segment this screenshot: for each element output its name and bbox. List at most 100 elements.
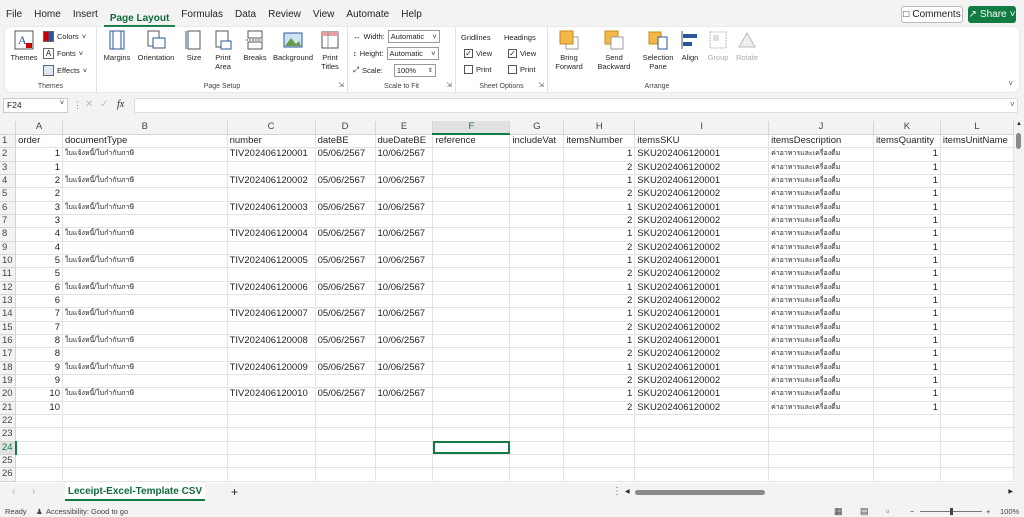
cell[interactable] xyxy=(940,427,1014,442)
cell[interactable]: 10 xyxy=(15,401,63,415)
cell[interactable]: SKU202406120002 xyxy=(634,321,770,335)
cell[interactable]: 2 xyxy=(563,401,636,415)
cell[interactable] xyxy=(563,414,636,429)
row-header[interactable]: 16 xyxy=(0,334,17,349)
cell[interactable] xyxy=(768,441,874,455)
cell[interactable] xyxy=(768,427,874,442)
cell[interactable] xyxy=(62,414,228,429)
menu-item-insert[interactable]: Insert xyxy=(67,0,104,28)
cell[interactable]: itemsNumber xyxy=(563,134,636,149)
breaks-button[interactable]: Breaks xyxy=(241,29,269,62)
cell[interactable]: 1 xyxy=(873,254,941,269)
cell[interactable] xyxy=(227,441,316,455)
themes-button[interactable]: A Themes xyxy=(8,29,40,62)
cell[interactable] xyxy=(227,374,316,389)
cell[interactable] xyxy=(375,241,434,255)
cell[interactable]: ค่าอาหารและเครื่องดื่ม xyxy=(768,334,874,349)
cell[interactable]: SKU202406120002 xyxy=(634,347,770,362)
cell[interactable] xyxy=(940,267,1014,282)
cell[interactable] xyxy=(375,267,434,282)
cell[interactable]: reference xyxy=(432,134,511,149)
cell[interactable]: 1 xyxy=(563,254,636,269)
background-button[interactable]: Background xyxy=(271,29,315,62)
group-button[interactable]: Group xyxy=(706,29,730,62)
cell[interactable]: SKU202406120001 xyxy=(634,307,770,322)
cell[interactable]: TIV202406120002 xyxy=(227,174,316,189)
cell[interactable] xyxy=(375,187,434,202)
cell[interactable] xyxy=(873,414,941,429)
prev-sheet-icon[interactable]: ‹ xyxy=(12,486,15,497)
menu-item-page-layout[interactable]: Page Layout xyxy=(103,5,176,27)
insert-function-button[interactable]: fx xyxy=(117,99,124,110)
cell[interactable] xyxy=(940,201,1014,215)
gridlines-view-checkbox[interactable]: ✓ View xyxy=(464,46,492,60)
cell[interactable] xyxy=(432,281,511,295)
cell[interactable] xyxy=(873,467,941,482)
cell[interactable] xyxy=(432,321,511,335)
cell[interactable] xyxy=(940,334,1014,349)
cell[interactable]: 7 xyxy=(15,307,63,322)
column-header-h[interactable]: H xyxy=(563,121,636,135)
cell[interactable]: 1 xyxy=(873,374,941,389)
cell[interactable] xyxy=(432,294,511,309)
page-break-preview-icon[interactable]: ▫ xyxy=(886,506,889,516)
cell[interactable]: SKU202406120002 xyxy=(634,374,770,389)
cell[interactable] xyxy=(432,361,511,375)
cell[interactable]: 1 xyxy=(563,387,636,402)
cell[interactable] xyxy=(940,227,1014,242)
cell[interactable] xyxy=(315,374,376,389)
rotate-button[interactable]: Rotate xyxy=(734,29,760,62)
cell[interactable]: TIV202406120003 xyxy=(227,201,316,215)
cell[interactable] xyxy=(634,427,770,442)
cell[interactable] xyxy=(62,161,228,175)
cell[interactable]: ใบแจ้งหนี้/ใบกำกับภาษี xyxy=(62,307,228,322)
cell[interactable] xyxy=(432,307,511,322)
cell[interactable] xyxy=(315,321,376,335)
cell[interactable]: ใบแจ้งหนี้/ใบกำกับภาษี xyxy=(62,254,228,269)
cell[interactable] xyxy=(873,454,941,469)
cell[interactable] xyxy=(227,267,316,282)
cell[interactable]: 1 xyxy=(873,321,941,335)
cell[interactable] xyxy=(62,467,228,482)
column-header-f[interactable]: F xyxy=(432,121,511,136)
cell[interactable]: 2 xyxy=(563,267,636,282)
cell[interactable]: TIV202406120008 xyxy=(227,334,316,349)
add-sheet-button[interactable]: + xyxy=(231,485,238,499)
cell[interactable]: 6 xyxy=(15,281,63,295)
cell[interactable]: 05/06/2567 xyxy=(315,281,376,295)
cell[interactable] xyxy=(432,187,511,202)
cell[interactable] xyxy=(375,467,434,482)
cell[interactable]: 10/06/2567 xyxy=(375,281,434,295)
cell[interactable]: 1 xyxy=(873,307,941,322)
cell[interactable]: 3 xyxy=(15,214,63,229)
cell[interactable]: 1 xyxy=(873,241,941,255)
cell[interactable]: itemsDescription xyxy=(768,134,874,149)
collapse-ribbon-icon[interactable]: ˅ xyxy=(1008,79,1013,88)
cell[interactable] xyxy=(509,427,565,442)
cell[interactable] xyxy=(940,214,1014,229)
sheet-tab-active[interactable]: Leceipt-Excel-Template CSV xyxy=(65,483,205,501)
cell[interactable] xyxy=(940,414,1014,429)
cell[interactable]: 10 xyxy=(15,387,63,402)
cell[interactable]: 2 xyxy=(563,214,636,229)
cell[interactable] xyxy=(940,294,1014,309)
cell[interactable] xyxy=(940,401,1014,415)
cell[interactable]: 05/06/2567 xyxy=(315,334,376,349)
cell[interactable]: 1 xyxy=(563,307,636,322)
cell[interactable] xyxy=(315,187,376,202)
cell[interactable]: ใบแจ้งหนี้/ใบกำกับภาษี xyxy=(62,387,228,402)
cell[interactable]: 2 xyxy=(563,161,636,175)
margins-button[interactable]: Margins xyxy=(103,29,131,62)
vertical-scroll-thumb[interactable] xyxy=(1016,133,1021,149)
cell[interactable] xyxy=(940,361,1014,375)
cell[interactable]: SKU202406120001 xyxy=(634,334,770,349)
cell[interactable] xyxy=(768,467,874,482)
menu-item-data[interactable]: Data xyxy=(229,0,262,28)
cell[interactable]: ค่าอาหารและเครื่องดื่ม xyxy=(768,294,874,309)
cell[interactable] xyxy=(227,294,316,309)
cell[interactable] xyxy=(62,214,228,229)
cell[interactable]: SKU202406120002 xyxy=(634,214,770,229)
cell[interactable]: ค่าอาหารและเครื่องดื่ม xyxy=(768,254,874,269)
cell[interactable]: 2 xyxy=(563,374,636,389)
cell[interactable]: ค่าอาหารและเครื่องดื่ม xyxy=(768,401,874,415)
